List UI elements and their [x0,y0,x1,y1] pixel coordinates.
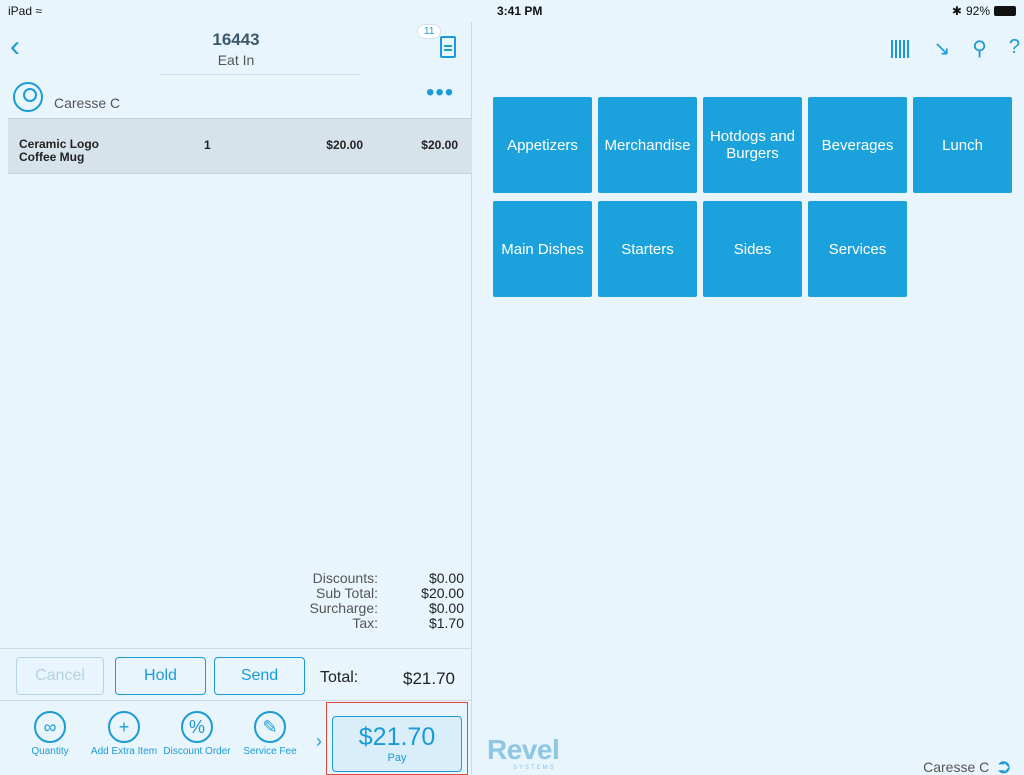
receipt-document-icon[interactable] [440,36,456,58]
battery-percent: 92% [965,4,990,18]
category-tile[interactable]: Beverages [808,97,907,193]
customer-name: Caresse C [54,95,121,111]
tax-label: Tax: [352,615,378,631]
quantity-tool[interactable]: ∞ Quantity [15,711,85,757]
more-options-icon[interactable]: ••• [426,81,454,105]
category-tile[interactable]: Services [808,201,907,297]
order-item-row[interactable]: Ceramic Logo Coffee Mug 1 $20.00 $20.00 [8,118,472,174]
clock: 3:41 PM [497,4,543,18]
subtotal-value: $20.00 [421,585,464,601]
customer-row[interactable]: Caresse C ••• [0,80,472,118]
barcode-icon[interactable] [891,40,912,58]
pay-amount: $21.70 [358,723,436,751]
revel-logo: Revel [487,734,560,765]
header-divider [160,74,360,75]
category-tile[interactable]: Lunch [913,97,1012,193]
send-button[interactable]: Send [214,657,305,695]
order-header: ‹ 16443 Eat In 11 [0,22,472,80]
percent-icon: % [181,711,213,743]
order-number: 16443 [212,30,260,49]
total-value: $21.70 [403,669,455,688]
discount-order-label: Discount Order [163,746,231,757]
total-label: Total: [320,669,359,686]
order-panel: ‹ 16443 Eat In 11 Caresse C ••• Ceramic … [0,22,472,775]
bluetooth-icon: ✱ [951,4,962,18]
logout-icon[interactable]: ➲ [995,754,1012,775]
help-icon[interactable]: ? [1009,36,1020,61]
discounts-value: $0.00 [428,570,464,586]
pay-button[interactable]: $21.70 Pay [332,716,462,772]
surcharge-label: Surcharge: [309,600,378,616]
logged-in-user: Caresse C ➲ [923,754,1012,775]
category-tile[interactable]: Hotdogs and Burgers [703,97,802,193]
category-tile[interactable]: Sides [703,201,802,297]
battery-icon [994,6,1016,16]
service-fee-label: Service Fee [243,746,297,757]
status-bar: iPad ≈ 3:41 PM ✱ 92% [0,0,1024,22]
surcharge-value: $0.00 [428,600,464,616]
category-grid: Appetizers Merchandise Hotdogs and Burge… [493,97,1012,297]
notification-badge: 11 [417,24,442,39]
service-fee-icon: ✎ [254,711,286,743]
category-tile[interactable]: Starters [598,201,697,297]
item-quantity: 1 [204,138,211,152]
service-fee-tool[interactable]: ✎ Service Fee [235,711,305,757]
hold-button[interactable]: Hold [115,657,206,695]
revel-logo-subtitle: SYSTEMS [513,765,556,771]
quantity-label: Quantity [31,746,69,757]
order-actions: Cancel Hold Send Total: $21.70 [0,648,472,700]
chevron-right-icon[interactable]: › [316,731,322,752]
discounts-label: Discounts: [312,570,378,586]
item-name: Ceramic Logo Coffee Mug [19,137,100,164]
toolbar-icons: ↘ ⚲ ? [891,36,1020,61]
status-right: ✱ 92% [952,4,1016,18]
collapse-arrow-icon[interactable]: ↘ [933,36,950,61]
add-extra-label: Add Extra Item [90,746,158,757]
user-name: Caresse C [923,758,990,775]
search-icon[interactable]: ⚲ [972,36,987,61]
item-total: $20.00 [421,138,458,152]
menu-panel: ↘ ⚲ ? Appetizers Merchandise Hotdogs and… [473,22,1024,775]
category-tile[interactable]: Main Dishes [493,201,592,297]
discount-order-tool[interactable]: % Discount Order [162,711,232,757]
subtotal-label: Sub Total: [315,585,378,601]
pay-label: Pay [387,752,407,764]
wifi-icon: ≈ [35,4,42,18]
plus-icon: + [108,711,140,743]
category-tile[interactable]: Merchandise [598,97,697,193]
category-tile[interactable]: Appetizers [493,97,592,193]
customer-avatar-icon[interactable] [13,82,43,112]
item-price: $20.00 [326,138,363,152]
tally-icon: ∞ [34,711,66,743]
order-summary: Discounts: $0.00 Sub Total: $20.00 Surchar… [200,570,464,631]
cancel-button[interactable]: Cancel [16,657,104,695]
device-label: iPad ≈ [8,4,42,18]
add-extra-item-tool[interactable]: + Add Extra Item [89,711,159,757]
tax-value: $1.70 [428,615,464,631]
order-type[interactable]: Eat In [0,52,472,68]
